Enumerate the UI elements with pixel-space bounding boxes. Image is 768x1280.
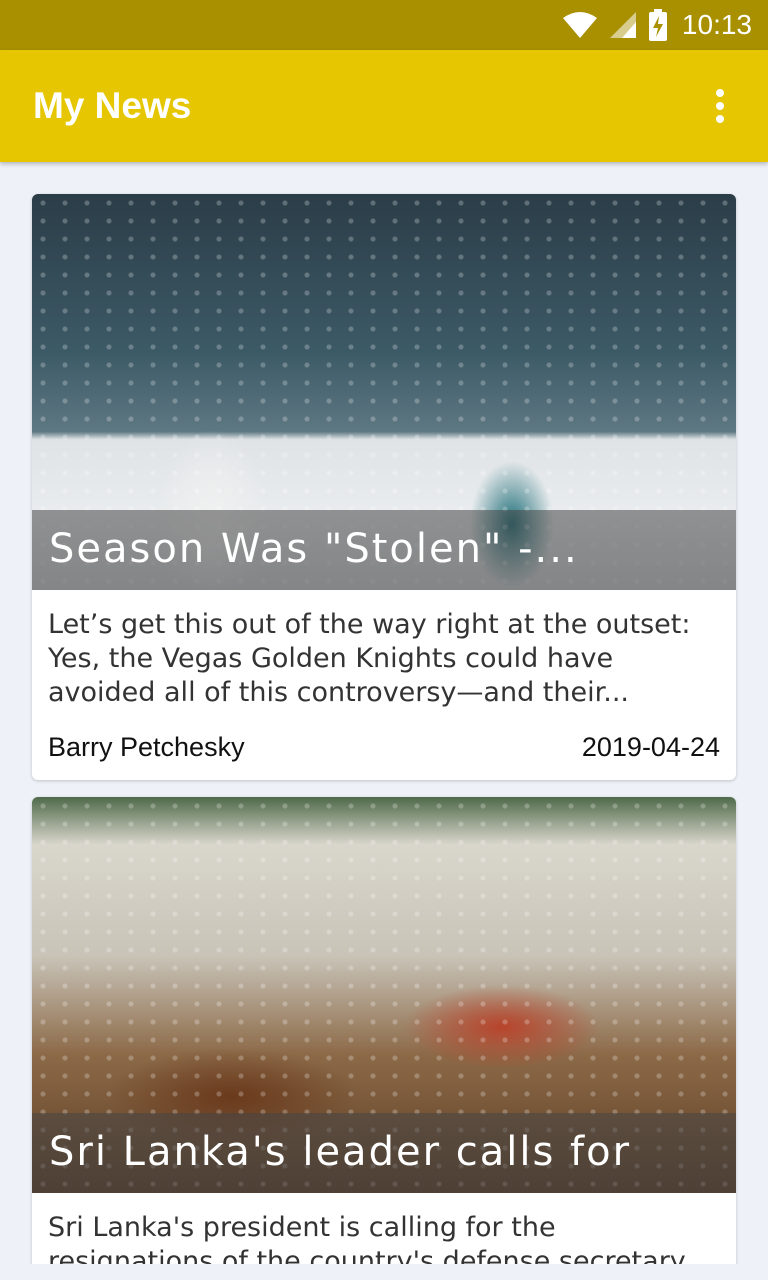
- more-vert-icon[interactable]: [700, 86, 740, 126]
- status-bar: 10:13: [0, 0, 768, 50]
- battery-charging-icon: [648, 9, 667, 41]
- app-bar: My News: [0, 50, 768, 162]
- article-summary: Let’s get this out of the way right at t…: [48, 609, 691, 708]
- wifi-icon: [562, 12, 597, 38]
- app-title: My News: [33, 85, 192, 126]
- article-image: Sri Lanka's leader calls for: [32, 797, 736, 1193]
- article-headline: Season Was "Stolen" -...: [49, 526, 579, 572]
- article-summary: Sri Lanka's president is calling for the…: [48, 1212, 686, 1264]
- article-author: Barry Petchesky: [48, 732, 245, 762]
- status-time: 10:13: [681, 9, 752, 40]
- news-feed[interactable]: Season Was "Stolen" -... Let’s get this …: [0, 162, 768, 1264]
- signal-icon: [609, 12, 636, 38]
- article-headline: Sri Lanka's leader calls for: [49, 1129, 632, 1175]
- news-card[interactable]: Sri Lanka's leader calls for Sri Lanka's…: [32, 797, 736, 1264]
- status-icons: 10:13: [562, 0, 752, 50]
- news-card[interactable]: Season Was "Stolen" -... Let’s get this …: [32, 194, 736, 780]
- article-image: Season Was "Stolen" -...: [32, 194, 736, 590]
- article-date: 2019-04-24: [581, 732, 720, 762]
